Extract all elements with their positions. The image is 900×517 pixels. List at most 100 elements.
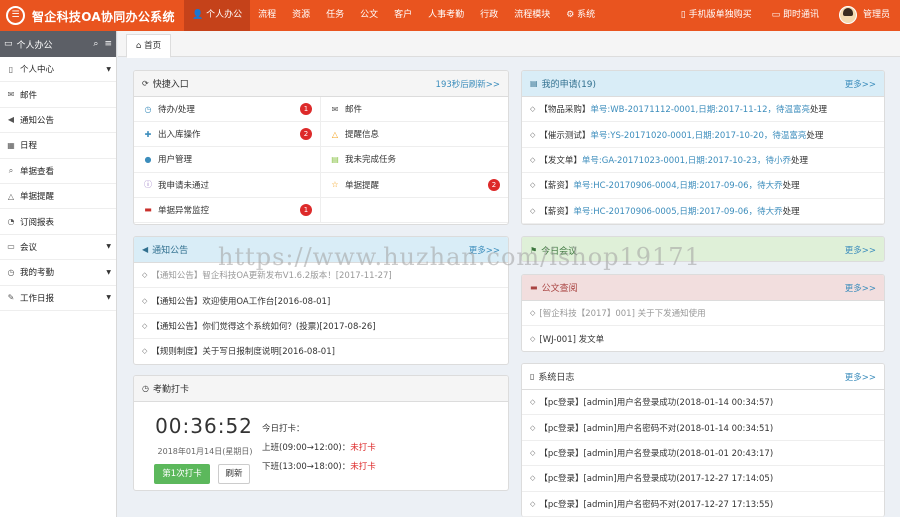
sidebar-item-doc-remind[interactable]: △ 单据提醒 [0, 184, 116, 210]
sidebar-item-personal-center[interactable]: ▯ 个人中心 ▼ [0, 57, 116, 83]
caret-down-icon: ▼ [106, 243, 111, 251]
quick-entry-item[interactable]: ● 用户管理 [134, 147, 321, 173]
notice-text: 【通知公告】你们觉得这个系统如何？(投票)[2017-08-26] [151, 321, 376, 332]
application-row[interactable]: ◇ 【发文单】 单号:GA-20171023-0001,日期:2017-10-23，… [522, 148, 884, 174]
application-detail: 单号:GA-20171023-0001,日期:2017-10-23，待 [581, 155, 774, 166]
notice-more-link[interactable]: 更多>> [469, 244, 500, 256]
sidebar-item-mail[interactable]: ✉ 邮件 [0, 82, 116, 108]
briefcase-icon: ▬ [530, 283, 538, 292]
my-applications-panel: ▤ 我的申请(19) 更多>> ◇ 【物品采购】 单号:WB-20171112-00… [521, 70, 885, 225]
tab-home[interactable]: ⌂ 首页 [126, 34, 172, 58]
application-row[interactable]: ◇ 【催示测试】 单号:YS-20171020-0001,日期:2017-10-20… [522, 122, 884, 148]
quick-entry-refresh-timer[interactable]: 193秒后刷新>> [436, 78, 500, 90]
afternoon-shift: 下班(13:00→18:00)：未打卡 [262, 460, 376, 472]
system-log-text: 【pc登录】[admin]用户名登录成功(2017-12-27 17:14:05… [539, 474, 774, 485]
documents-more-link[interactable]: 更多>> [845, 282, 876, 294]
notice-row[interactable]: ◇ 【通知公告】你们觉得这个系统如何？(投票)[2017-08-26] [134, 314, 508, 340]
sidebar-item-daily-report[interactable]: ✎ 工作日报 ▼ [0, 286, 116, 311]
quick-entry-item[interactable]: ⓘ 我申请未通过 [134, 172, 321, 198]
punch-button[interactable]: 第1次打卡 [154, 464, 210, 484]
quick-entry-item[interactable]: △ 提醒信息 [321, 122, 508, 148]
chat-link[interactable]: ▭ 即时通讯 [762, 0, 829, 31]
documents-title: 公文查阅 [541, 284, 578, 294]
refresh-icon: ⟳ [142, 79, 149, 88]
menu-icon[interactable]: ≡ [104, 39, 112, 49]
application-tag: 【薪资】 [539, 206, 574, 217]
quick-entry-label: 单据提醒 [345, 180, 380, 191]
quick-entry-label: 我未完成任务 [345, 155, 397, 166]
notice-row[interactable]: ◇ 【通知公告】智企科技OA更新发布V1.6.2版本！[2017-11-27] [134, 263, 508, 289]
afternoon-shift-status: 未打卡 [350, 462, 376, 472]
quick-entry-item[interactable]: ✉ 邮件 [321, 97, 508, 123]
search-icon[interactable]: ⌕ [93, 39, 98, 49]
my-applications-more-link[interactable]: 更多>> [845, 78, 876, 90]
topnav-tasks[interactable]: 任务 [318, 0, 352, 31]
application-tag: 【物品采购】 [539, 105, 591, 116]
refresh-button[interactable]: 刷新 [218, 464, 250, 484]
application-row[interactable]: ◇ 【薪资】 单号:HC-20170906-0004,日期:2017-09-06，待… [522, 173, 884, 199]
system-log-more-link[interactable]: 更多>> [845, 371, 876, 383]
topnav-customers[interactable]: 客户 [386, 0, 420, 31]
mobile-link[interactable]: ▯ 手机版单独购买 [671, 0, 762, 31]
sidebar-item-label: 单据查看 [20, 166, 55, 177]
home-icon: ⌂ [136, 41, 145, 51]
megaphone-icon: ◀ [7, 115, 15, 125]
application-handler: 大乔 [765, 206, 783, 217]
sidebar-item-reports[interactable]: ◔ 订阅报表 [0, 209, 116, 235]
topnav-workflow-modules[interactable]: 流程模块 [506, 0, 558, 31]
application-row[interactable]: ◇ 【薪资】 单号:HC-20170906-0005,日期:2017-09-06，待… [522, 199, 884, 224]
sidebar-item-schedule[interactable]: ▦ 日程 [0, 133, 116, 159]
sidebar-item-notice[interactable]: ◀ 通知公告 [0, 108, 116, 134]
topnav-administration[interactable]: 行政 [472, 0, 506, 31]
diamond-icon: ◇ [142, 296, 148, 305]
bell-icon: △ [7, 191, 15, 201]
notice-title: 通知公告 [152, 246, 189, 256]
document-row[interactable]: ◇ [WJ-001] 发文单 [522, 326, 884, 351]
topnav-personal-office[interactable]: 👤 个人办公 [184, 0, 251, 31]
sidebar-item-label: 我的考勤 [20, 268, 55, 279]
quick-entry-label: 出入库操作 [158, 130, 201, 141]
topnav-workflow[interactable]: 流程 [250, 0, 284, 31]
topnav-resources[interactable]: 资源 [284, 0, 318, 31]
notice-text: 【通知公告】欢迎使用OA工作台[2016-08-01] [151, 296, 331, 307]
system-log-text: 【pc登录】[admin]用户名密码不对(2018-01-14 00:34:51… [539, 423, 774, 434]
topnav-system[interactable]: ⚙ 系统 [558, 0, 603, 31]
system-log-row[interactable]: ◇ 【pc登录】[admin]用户名登录成功(2017-12-27 17:14:0… [522, 466, 884, 492]
system-log-row[interactable]: ◇ 【pc登录】[admin]用户名密码不对(2018-01-14 00:34:5… [522, 415, 884, 441]
sidebar-title: 个人办公 [16, 40, 53, 51]
application-tag: 【发文单】 [539, 155, 582, 166]
application-row[interactable]: ◇ 【物品采购】 单号:WB-20171112-0001,日期:2017-11-12… [522, 97, 884, 123]
notice-row[interactable]: ◇ 【规则制度】关于写日报制度说明[2016-08-01] [134, 339, 508, 364]
bell-icon: △ [331, 129, 339, 139]
quick-entry-item[interactable]: ✚ 出入库操作 2 [134, 122, 321, 148]
application-handler: 温富亮 [784, 105, 811, 116]
quick-entry-item[interactable]: ▤ 我未完成任务 [321, 147, 508, 173]
document-row[interactable]: ◇ [智企科技【2017】001] 关于下发通知使用 [522, 301, 884, 327]
top-bar: ☰ 智企科技OA协同办公系统 👤 个人办公 流程 资源 任务 公文 客户 人事考… [0, 0, 900, 31]
user-menu[interactable]: 管理员 [829, 0, 900, 31]
system-log-row[interactable]: ◇ 【pc登录】[admin]用户名密码不对(2017-12-27 17:13:5… [522, 492, 884, 517]
diamond-icon: ◇ [142, 321, 148, 330]
quick-entry-label: 用户管理 [158, 155, 193, 166]
phone-icon: ▯ [680, 10, 689, 20]
bookmark-icon: ▯ [8, 64, 14, 74]
quick-entry-label: 我申请未通过 [158, 180, 210, 191]
quick-entry-item[interactable]: ◷ 待办/处理 1 [134, 97, 321, 123]
topnav-documents[interactable]: 公文 [352, 0, 386, 31]
application-status: 处理 [791, 155, 809, 166]
quick-entry-header: ⟳ 快捷入口 193秒后刷新>> [134, 71, 508, 97]
notice-row[interactable]: ◇ 【通知公告】欢迎使用OA工作台[2016-08-01] [134, 288, 508, 314]
quick-entry-item[interactable]: ▬ 单据异常监控 1 [134, 197, 321, 223]
system-log-row[interactable]: ◇ 【pc登录】[admin]用户名登录成功(2018-01-01 20:43:1… [522, 441, 884, 467]
chat-icon: ▭ [7, 242, 15, 252]
quick-entry-item[interactable]: ☆ 单据提醒 2 [321, 173, 508, 198]
topnav-hr-attendance[interactable]: 人事考勤 [420, 0, 472, 31]
sidebar-item-doc-view[interactable]: ⌕ 单据查看 [0, 159, 116, 184]
sidebar-item-meeting[interactable]: ▭ 会议 ▼ [0, 235, 116, 261]
list-icon: ▤ [530, 79, 538, 88]
clock-icon: ◷ [142, 384, 149, 393]
system-log-row[interactable]: ◇ 【pc登录】[admin]用户名登录成功(2018-01-14 00:34:5… [522, 390, 884, 416]
sidebar-item-attendance[interactable]: ◷ 我的考勤 ▼ [0, 260, 116, 286]
today-meeting-more-link[interactable]: 更多>> [845, 244, 876, 256]
count-badge: 2 [300, 128, 312, 141]
